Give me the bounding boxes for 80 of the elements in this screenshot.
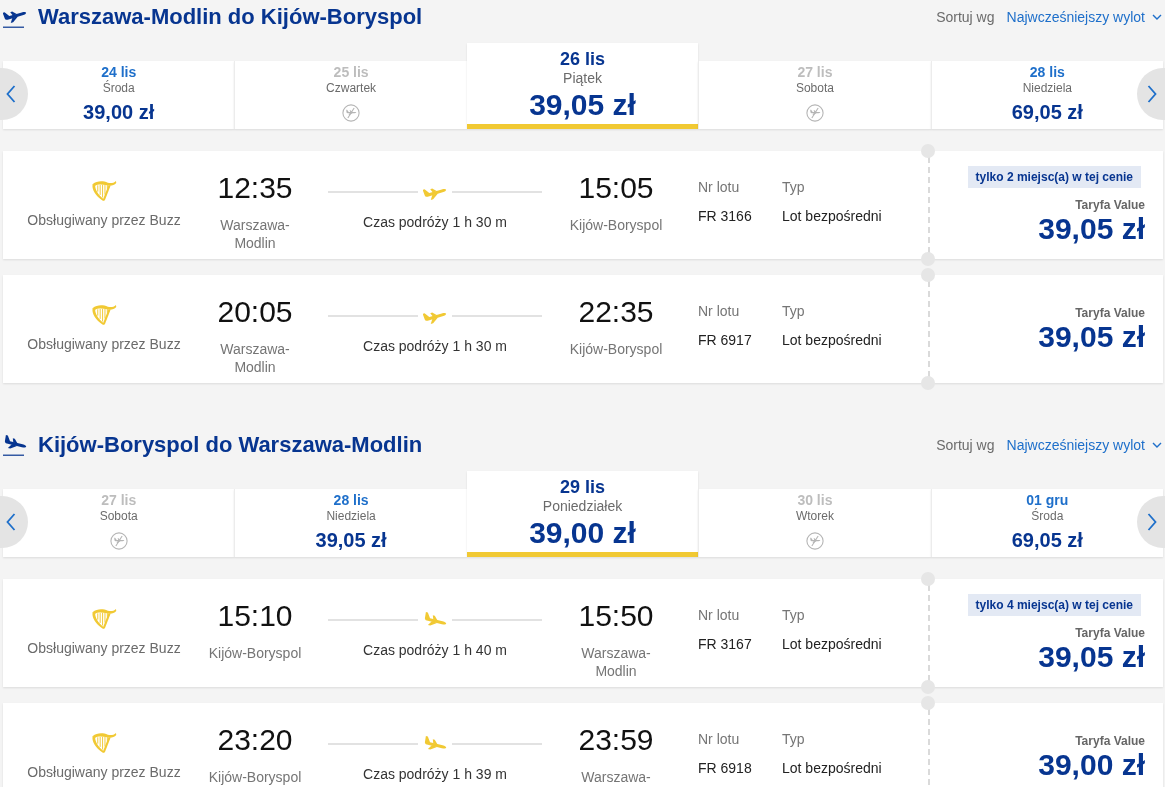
date-tab[interactable]: 30 lis Wtorek: [698, 489, 931, 557]
seats-left-badge: tylko 2 miejsc(a) w tej cenie: [967, 165, 1141, 188]
operator-label: Obsługiwany przez Buzz: [27, 336, 181, 353]
flight-duration: Czas podróży 1 h 40 m: [363, 641, 507, 659]
flight-type: Lot bezpośredni: [782, 331, 883, 349]
operator-label: Obsługiwany przez Buzz: [27, 640, 181, 657]
flight-type: Lot bezpośredni: [782, 759, 883, 777]
harp-logo-icon: [90, 731, 118, 754]
date-tab[interactable]: 01 gru Środa 69,05 zł: [930, 489, 1164, 557]
sort-label: Sortuj wg: [936, 9, 995, 25]
departure-airport: Kijów-Boryspol: [208, 768, 302, 786]
departure-airport: Warszawa-Modlin: [219, 216, 291, 252]
section-title: Warszawa-Modlin do Kijów-Boryspol: [38, 3, 423, 31]
departure-time: 15:10: [217, 599, 293, 633]
arrival-time: 23:59: [578, 723, 654, 757]
fare-price: 39,05 zł: [1038, 640, 1145, 673]
date-tab[interactable]: 27 lis Sobota: [698, 61, 931, 129]
date-tab[interactable]: 25 lis Czwartek: [234, 61, 467, 129]
no-flights-icon: [805, 104, 824, 122]
arrival-airport: Warszawa-Modlin: [580, 644, 652, 680]
flight-type: Lot bezpośredni: [782, 635, 883, 653]
chevron-right-icon: [1147, 85, 1157, 103]
chevron-down-icon: [1152, 442, 1162, 448]
flight-type-label: Typ: [782, 606, 806, 624]
flight-number-label: Nr lotu: [698, 178, 741, 196]
fare-name: Taryfa Value: [1075, 197, 1145, 213]
flight-number-label: Nr lotu: [698, 730, 741, 748]
chevron-right-icon: [1147, 513, 1157, 531]
sort-dropdown[interactable]: Najwcześniejszy wylot: [1006, 9, 1162, 25]
date-tab[interactable]: 29 lis Poniedziałek 39,00 zł: [466, 471, 699, 557]
section-title: Kijów-Boryspol do Warszawa-Modlin: [38, 431, 423, 459]
departure-time: 20:05: [217, 295, 293, 329]
flight-duration: Czas podróży 1 h 39 m: [363, 765, 507, 783]
fare-price: 39,00 zł: [1038, 748, 1145, 781]
flight-number: FR 6918: [698, 759, 753, 777]
departure-airport: Warszawa-Modlin: [219, 340, 291, 376]
departure-time: 23:20: [217, 723, 293, 757]
flight-type: Lot bezpośredni: [782, 207, 883, 225]
date-tab[interactable]: 28 lis Niedziela 39,05 zł: [234, 489, 467, 557]
flight-number-label: Nr lotu: [698, 302, 741, 320]
sort-label: Sortuj wg: [936, 437, 995, 453]
flight-number: FR 6917: [698, 331, 753, 349]
date-tab[interactable]: 28 lis Niedziela 69,05 zł: [930, 61, 1164, 129]
arrival-airport: Kijów-Boryspol: [569, 216, 663, 234]
fare-price: 39,05 zł: [1038, 212, 1145, 245]
flight-type-label: Typ: [782, 302, 806, 320]
flight-number: FR 3166: [698, 207, 753, 225]
arrival-time: 22:35: [578, 295, 654, 329]
arrival-airport: Kijów-Boryspol: [569, 340, 663, 358]
flight-number-label: Nr lotu: [698, 606, 741, 624]
fare-name: Taryfa Value: [1075, 305, 1145, 321]
chevron-down-icon: [1152, 14, 1162, 20]
date-tab[interactable]: 26 lis Piątek 39,05 zł: [466, 43, 699, 129]
date-tab[interactable]: 27 lis Sobota: [3, 489, 235, 557]
flight-number: FR 3167: [698, 635, 753, 653]
operator-label: Obsługiwany przez Buzz: [27, 212, 181, 229]
flight-type-label: Typ: [782, 178, 806, 196]
operator-label: Obsługiwany przez Buzz: [27, 764, 181, 781]
flight-duration: Czas podróży 1 h 30 m: [363, 337, 507, 355]
no-flights-icon: [805, 532, 824, 550]
departure-airport: Kijów-Boryspol: [208, 644, 302, 662]
arrival-time: 15:50: [578, 599, 654, 633]
fare-name: Taryfa Value: [1075, 733, 1145, 749]
arrival-airport: Warszawa-: [581, 768, 651, 786]
fare-price: 39,05 zł: [1038, 320, 1145, 353]
harp-logo-icon: [90, 607, 118, 630]
chevron-left-icon: [6, 513, 16, 531]
fare-name: Taryfa Value: [1075, 625, 1145, 641]
no-flights-icon: [109, 532, 128, 550]
harp-logo-icon: [90, 179, 118, 202]
harp-logo-icon: [90, 303, 118, 326]
arrival-time: 15:05: [578, 171, 654, 205]
chevron-left-icon: [6, 85, 16, 103]
flight-type-label: Typ: [782, 730, 806, 748]
flight-duration: Czas podróży 1 h 30 m: [363, 213, 507, 231]
no-flights-icon: [342, 104, 361, 122]
date-tab[interactable]: 24 lis Środa 39,00 zł: [3, 61, 235, 129]
departure-time: 12:35: [217, 171, 293, 205]
seats-left-badge: tylko 4 miejsc(a) w tej cenie: [967, 593, 1141, 616]
sort-dropdown[interactable]: Najwcześniejszy wylot: [1006, 437, 1162, 453]
